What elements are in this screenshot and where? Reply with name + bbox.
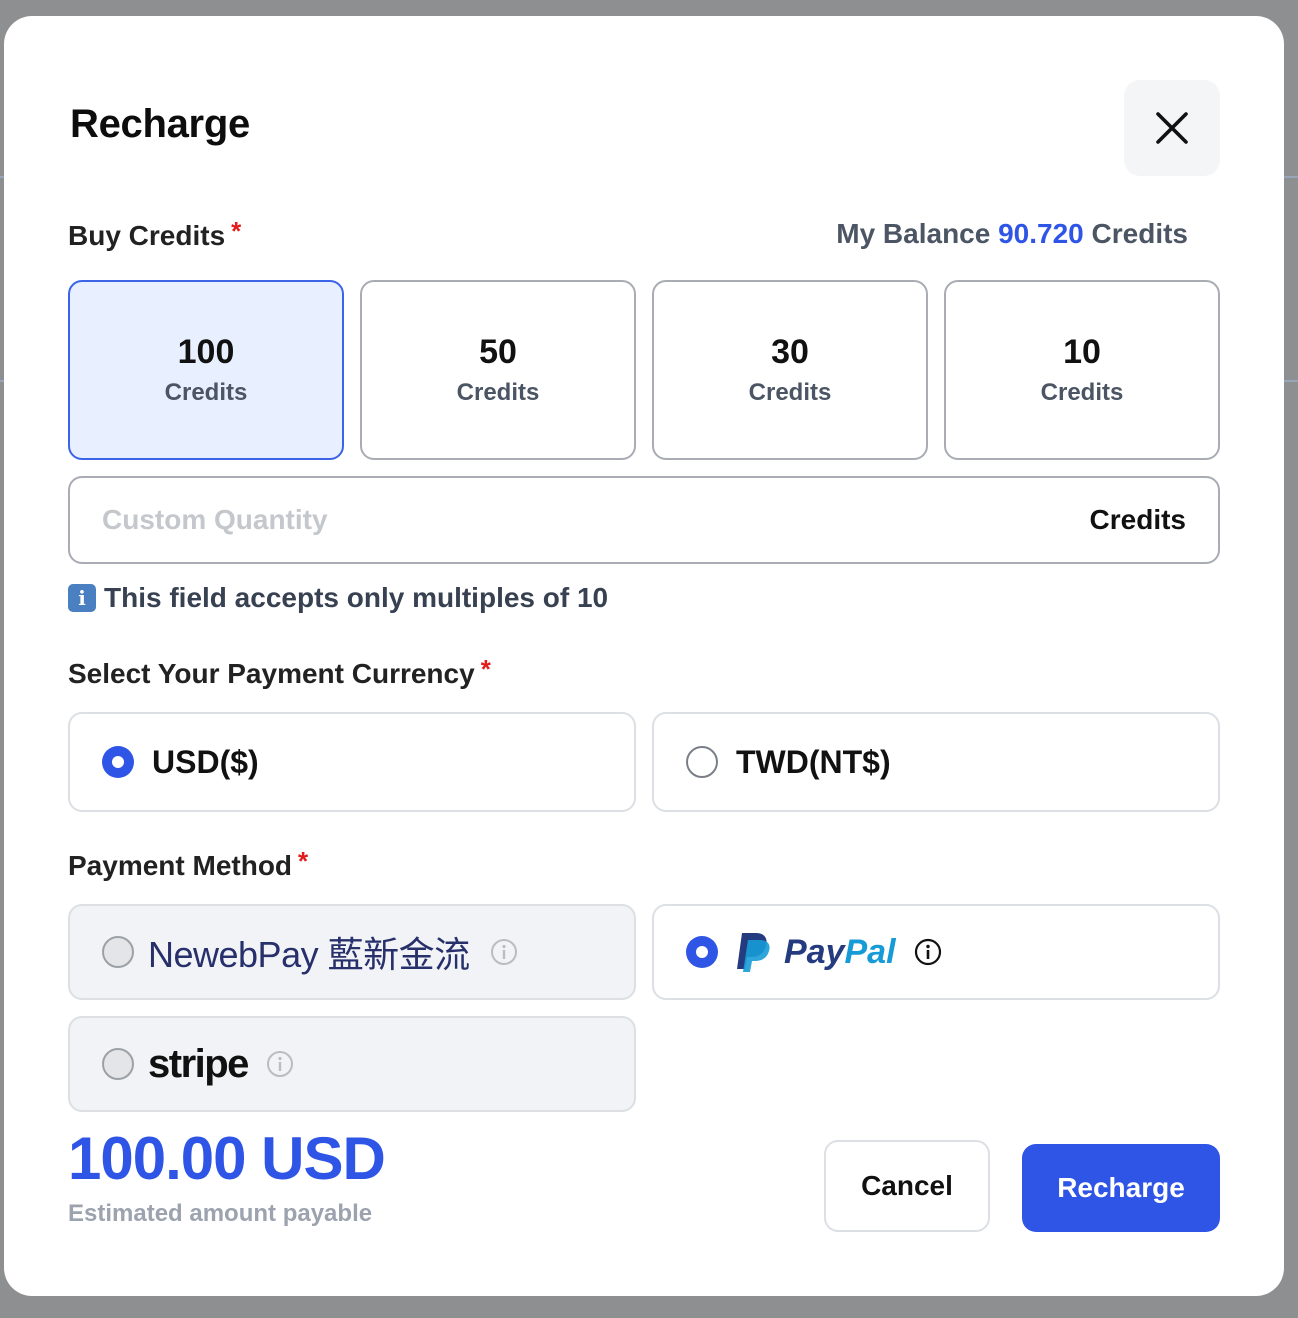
estimated-amount-label: Estimated amount payable <box>68 1200 373 1227</box>
credit-option-amount: 50 <box>479 333 517 371</box>
credit-option-unit: Credits <box>1040 379 1124 406</box>
currency-option-twd[interactable]: TWD(NT$) <box>652 712 1220 812</box>
quantity-hint-text: This field accepts only multiples of 10 <box>104 582 609 613</box>
currency-option-label: TWD(NT$) <box>736 743 891 780</box>
info-icon: i <box>68 584 96 612</box>
credit-option-amount: 100 <box>177 333 235 371</box>
buy-credits-label: Buy Credits * <box>68 216 241 252</box>
payment-option-newebpay[interactable]: NewebPay 藍新金流 <box>68 904 636 1000</box>
newebpay-logo: NewebPay 藍新金流 <box>148 934 470 975</box>
balance-prefix: My Balance <box>836 218 991 249</box>
paypal-logo-icon <box>737 933 770 972</box>
currency-option-label: USD($) <box>152 743 259 780</box>
custom-quantity-input[interactable] <box>102 478 1002 562</box>
buy-credits-label-text: Buy Credits <box>68 220 226 251</box>
estimated-amount: 100.00 USD <box>68 1125 386 1192</box>
required-mark: * <box>231 216 242 246</box>
radio-selected[interactable] <box>102 746 134 778</box>
balance-suffix: Credits <box>1091 218 1188 249</box>
quantity-hint: i This field accepts only multiples of 1… <box>68 582 608 614</box>
recharge-modal: Recharge Buy Credits * My Balance 90.720 … <box>4 16 1284 1296</box>
balance-display: My Balance 90.720 Credits <box>836 218 1188 250</box>
info-circle-icon[interactable] <box>914 938 942 966</box>
close-button[interactable] <box>1124 80 1220 176</box>
custom-quantity-field: Credits <box>68 476 1220 564</box>
radio-unselected[interactable] <box>686 746 718 778</box>
paypal-logo: PayPal <box>784 932 896 971</box>
credit-option-100[interactable]: 100 Credits <box>68 280 344 460</box>
required-mark: * <box>480 654 491 684</box>
currency-label-text: Select Your Payment Currency <box>68 658 475 689</box>
radio-disabled[interactable] <box>102 936 134 968</box>
custom-quantity-suffix: Credits <box>1089 504 1186 535</box>
stripe-logo: stripe <box>148 1041 249 1086</box>
radio-disabled[interactable] <box>102 1048 134 1080</box>
credit-option-amount: 30 <box>771 333 809 371</box>
credit-option-unit: Credits <box>456 379 540 406</box>
info-circle-icon[interactable] <box>490 938 518 966</box>
credit-option-amount: 10 <box>1063 333 1101 371</box>
credit-option-unit: Credits <box>164 379 248 406</box>
payment-method-label-text: Payment Method <box>68 850 293 881</box>
payment-option-paypal[interactable]: PayPal <box>652 904 1220 1000</box>
credit-option-unit: Credits <box>748 379 832 406</box>
modal-title: Recharge <box>70 102 250 146</box>
currency-label: Select Your Payment Currency * <box>68 654 491 690</box>
payment-option-stripe[interactable]: stripe <box>68 1016 636 1112</box>
payment-method-label: Payment Method * <box>68 846 308 882</box>
balance-value: 90.720 <box>998 218 1084 249</box>
close-icon <box>1156 112 1188 144</box>
credit-option-30[interactable]: 30 Credits <box>652 280 928 460</box>
currency-option-usd[interactable]: USD($) <box>68 712 636 812</box>
credit-option-50[interactable]: 50 Credits <box>360 280 636 460</box>
info-circle-icon[interactable] <box>266 1050 294 1078</box>
credit-option-10[interactable]: 10 Credits <box>944 280 1220 460</box>
cancel-button[interactable]: Cancel <box>824 1140 990 1232</box>
recharge-button[interactable]: Recharge <box>1022 1144 1220 1232</box>
radio-selected[interactable] <box>686 936 718 968</box>
required-mark: * <box>298 846 309 876</box>
